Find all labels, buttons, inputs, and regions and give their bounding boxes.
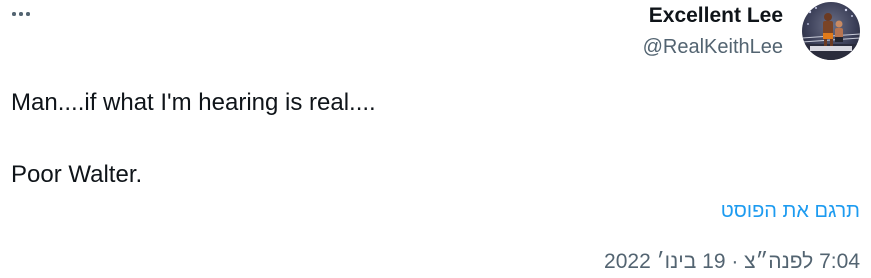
tweet-text-line: Man....if what I'm hearing is real.... [11,89,376,116]
tweet-timestamp[interactable]: 7:04 לפנה״צ · 19 בינו׳ 2022 [604,250,860,274]
translate-post-link[interactable]: תרגם את הפוסט [721,200,860,222]
author-display-name[interactable]: Excellent Lee [643,4,783,28]
wrestling-ring-photo-icon [802,2,860,60]
more-options-button[interactable] [10,0,40,26]
avatar[interactable] [802,2,860,60]
author-info: Excellent Lee @RealKeithLee [643,4,783,58]
tweet-text: Man....if what I'm hearing is real.... P… [11,86,376,192]
tweet-text-line: Poor Walter. [11,161,143,188]
author-handle[interactable]: @RealKeithLee [643,36,783,58]
